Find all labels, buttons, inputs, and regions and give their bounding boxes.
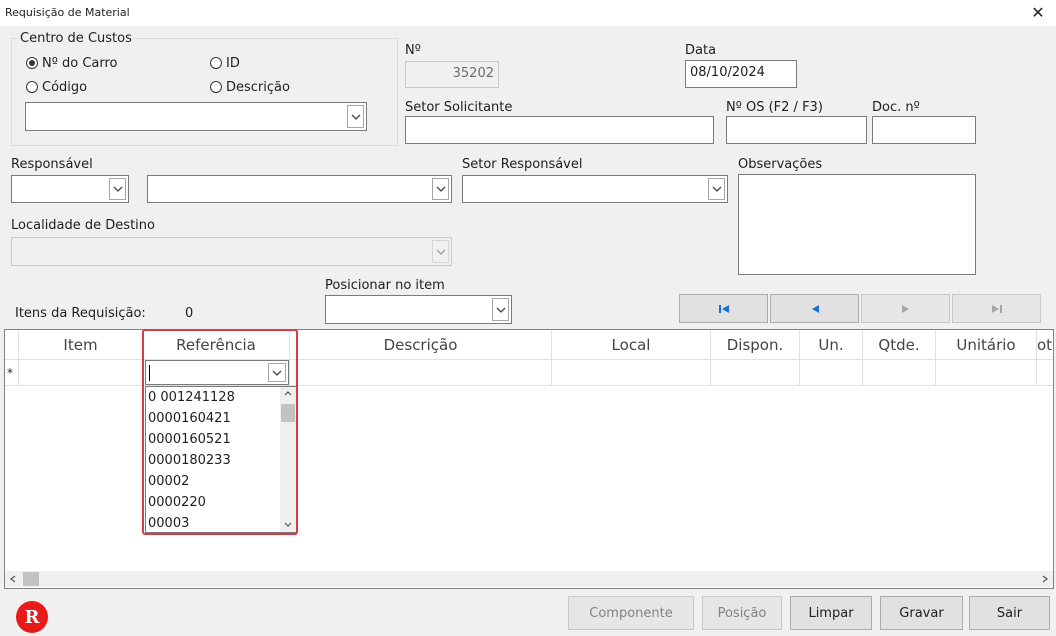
window-title: Requisição de Material [5, 6, 130, 19]
cell-dispon[interactable] [711, 360, 800, 386]
data-field[interactable]: 08/10/2024 [685, 60, 797, 88]
posicionar-label: Posicionar no item [325, 278, 445, 293]
chevron-down-icon[interactable] [708, 178, 725, 200]
radio-unchecked-icon [210, 57, 222, 69]
gravar-button[interactable]: Gravar [880, 596, 963, 630]
responsavel-code-combo[interactable] [11, 175, 129, 203]
observacoes-label: Observações [738, 157, 823, 172]
responsavel-name-combo[interactable] [147, 175, 452, 203]
radio-unchecked-icon [26, 81, 38, 93]
doc-field[interactable] [872, 116, 976, 144]
scroll-left-icon[interactable] [10, 575, 16, 583]
responsavel-label: Responsável [11, 157, 93, 172]
cell-un[interactable] [800, 360, 863, 386]
posicionar-combo[interactable] [325, 295, 512, 324]
next-record-icon [901, 304, 909, 313]
setor-responsavel-label: Setor Responsável [462, 157, 583, 172]
chevron-down-icon[interactable] [109, 178, 126, 200]
radio-label: Descrição [226, 79, 290, 95]
col-un[interactable]: Un. [800, 330, 863, 360]
nav-next-button [861, 294, 950, 323]
nav-prev-button[interactable] [770, 294, 859, 323]
col-item[interactable]: Item [19, 330, 143, 360]
nav-last-button [952, 294, 1041, 323]
itens-count: 0 [185, 306, 194, 321]
setor-solicitante-label: Setor Solicitante [405, 100, 513, 115]
radio-label: Nº do Carro [42, 55, 118, 71]
close-icon[interactable]: ✕ [1026, 2, 1050, 24]
doc-label: Doc. nº [872, 100, 920, 115]
posicao-button: Posição [702, 596, 782, 630]
setor-responsavel-combo[interactable] [462, 175, 728, 203]
radio-nr-carro[interactable]: Nº do Carro [26, 54, 118, 72]
cell-unitario[interactable] [936, 360, 1037, 386]
scroll-right-icon[interactable] [1042, 575, 1048, 583]
cell-item[interactable] [19, 360, 143, 386]
scroll-thumb[interactable] [23, 572, 39, 586]
os-label: Nº OS (F2 / F3) [726, 100, 823, 115]
radio-checked-icon [26, 57, 38, 69]
limpar-button[interactable]: Limpar [790, 596, 872, 630]
grid-horizontal-scrollbar[interactable] [5, 571, 1053, 587]
chevron-down-icon [432, 240, 449, 263]
localidade-label: Localidade de Destino [11, 218, 155, 233]
col-unitario[interactable]: Unitário [936, 330, 1037, 360]
centro-custos-combo[interactable] [25, 102, 367, 131]
itens-label: Itens da Requisição: [15, 306, 146, 321]
data-label: Data [685, 43, 717, 58]
chevron-down-icon[interactable] [432, 178, 449, 200]
chevron-down-icon[interactable] [347, 105, 364, 128]
os-field[interactable] [726, 116, 867, 144]
radio-label: ID [226, 55, 240, 71]
col-dispon[interactable]: Dispon. [711, 330, 800, 360]
radio-id[interactable]: ID [210, 54, 240, 72]
cell-total[interactable] [1037, 360, 1053, 386]
cell-local[interactable] [552, 360, 711, 386]
componente-button: Componente [568, 596, 694, 630]
new-row-marker: * [5, 360, 19, 386]
sair-button[interactable]: Sair [969, 596, 1050, 630]
highlight-box [142, 329, 298, 535]
last-record-icon [991, 304, 1002, 313]
observacoes-textarea[interactable] [738, 174, 976, 275]
app-logo: R [16, 601, 48, 633]
col-local[interactable]: Local [552, 330, 711, 360]
radio-descricao[interactable]: Descrição [210, 78, 290, 96]
title-bar [0, 0, 1056, 26]
col-descricao[interactable]: Descrição [290, 330, 552, 360]
centro-custos-caption: Centro de Custos [18, 31, 134, 46]
radio-label: Código [42, 79, 88, 95]
col-total[interactable]: ot [1037, 330, 1053, 360]
nav-first-button[interactable] [679, 294, 768, 323]
localidade-combo [11, 237, 452, 266]
numero-field: 35202 [405, 61, 499, 88]
chevron-down-icon[interactable] [492, 298, 509, 321]
radio-unchecked-icon [210, 81, 222, 93]
numero-label: Nº [405, 43, 421, 58]
cell-descricao[interactable] [290, 360, 552, 386]
radio-codigo[interactable]: Código [26, 78, 87, 96]
prev-record-icon [811, 304, 819, 313]
cell-qtde[interactable] [863, 360, 936, 386]
col-qtde[interactable]: Qtde. [863, 330, 936, 360]
setor-solicitante-field[interactable] [405, 116, 714, 144]
row-header-col [5, 330, 19, 360]
first-record-icon [718, 304, 729, 313]
